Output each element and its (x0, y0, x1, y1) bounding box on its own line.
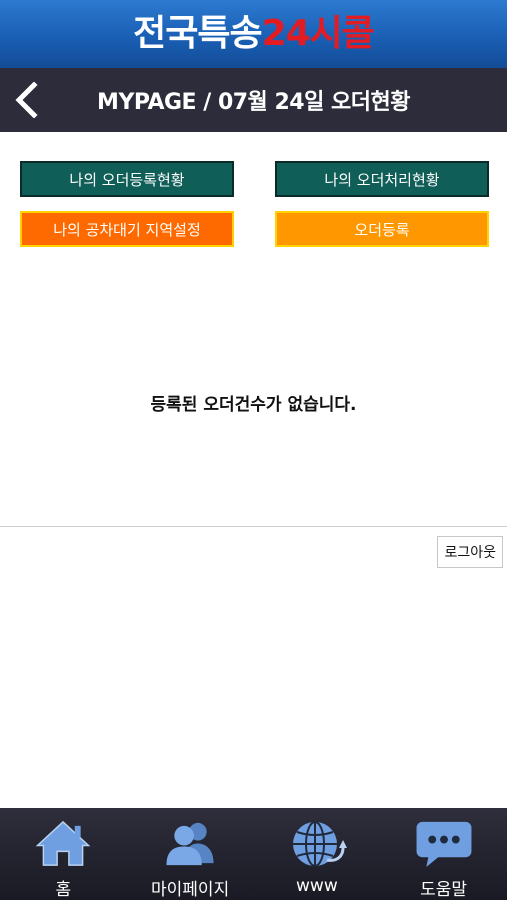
globe-icon (292, 821, 347, 867)
tab-mypage-label: 마이페이지 (151, 880, 230, 900)
empty-orders-message: 등록된 오더건수가 없습니다. (150, 395, 357, 415)
tab-www[interactable]: www (254, 808, 381, 900)
bottom-tab-bar: 홈 마이페이지 www 도움말 (0, 808, 507, 900)
chevron-left-icon (15, 81, 38, 119)
tab-home-label: 홈 (55, 880, 72, 900)
title-bar: MYPAGE / 07월 24일 오더현황 (0, 68, 507, 132)
home-icon (35, 820, 91, 866)
divider (0, 526, 507, 527)
back-button[interactable] (12, 81, 42, 119)
app-brand-header: 전국특송24시콜 (0, 0, 507, 68)
logout-button[interactable]: 로그아웃 (437, 536, 503, 568)
my-order-processing-status-button[interactable]: 나의 오더처리현황 (275, 161, 489, 197)
brand-logo: 전국특송24시콜 (133, 13, 375, 54)
users-icon (166, 822, 214, 866)
page-title: MYPAGE / 07월 24일 오더현황 (97, 90, 410, 115)
brand-logo-white: 전국특송 (133, 13, 262, 54)
tab-mypage[interactable]: 마이페이지 (127, 808, 254, 900)
brand-logo-red: 24시콜 (261, 13, 375, 54)
tab-www-label: www (296, 876, 338, 896)
standby-region-setting-button[interactable]: 나의 공차대기 지역설정 (20, 211, 234, 247)
tab-help[interactable]: 도움말 (380, 808, 507, 900)
tab-home[interactable]: 홈 (0, 808, 127, 900)
tab-help-label: 도움말 (420, 880, 468, 900)
order-register-button[interactable]: 오더등록 (275, 211, 489, 247)
chat-bubble-icon (416, 821, 472, 868)
my-order-registration-status-button[interactable]: 나의 오더등록현황 (20, 161, 234, 197)
